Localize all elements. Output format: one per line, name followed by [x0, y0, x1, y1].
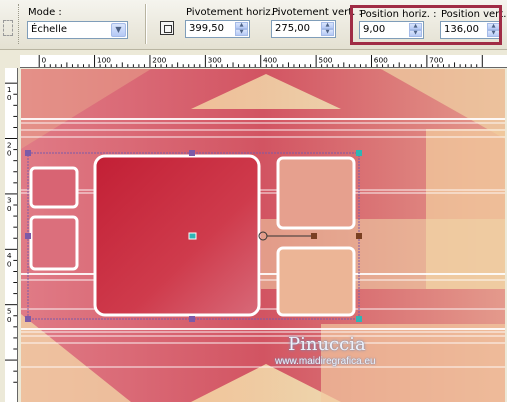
rotation-handle[interactable]: [311, 233, 317, 239]
chevron-down-icon[interactable]: ▼: [111, 23, 126, 37]
pivot-vert-label: Pivotement vert. :: [272, 7, 362, 18]
mode-select[interactable]: Échelle ▼: [27, 21, 128, 39]
vruler-label-3b: 0: [7, 204, 12, 213]
toolbar-grip[interactable]: [18, 4, 21, 44]
handle-mid-left[interactable]: [25, 233, 31, 239]
handle-top-left[interactable]: [25, 150, 31, 156]
watermark-title: Pinuccia: [288, 334, 366, 355]
toolbar-edge-icon: [3, 20, 13, 36]
mode-value: Échelle: [31, 24, 68, 35]
pivot-vert-input[interactable]: 275,00 ▲ ▼: [271, 20, 336, 38]
pick-tool-icon[interactable]: [160, 21, 174, 35]
ruler-corner: [5, 55, 20, 68]
vruler-label-5b: 0: [7, 315, 12, 324]
pivot-horiz-label: Pivotement horiz. :: [186, 7, 281, 18]
ruler-label-100: 100: [97, 55, 111, 64]
tool-options-toolbar: Mode : Échelle ▼ Pivotement horiz. : 399…: [0, 0, 507, 50]
pivot-horiz-input[interactable]: 399,50 ▲ ▼: [185, 20, 250, 38]
vertical-ruler[interactable]: 1 0 2 0 3 0 4 0 5 0: [5, 68, 18, 402]
vruler-label-2b: 0: [7, 149, 12, 158]
handle-bottom-right[interactable]: [356, 316, 362, 322]
vertical-ruler-ticks: [5, 82, 17, 383]
pivot-horiz-spinner[interactable]: ▲ ▼: [235, 22, 248, 36]
horizontal-ruler[interactable]: 0 100 200 300 400 500 600 700: [20, 55, 507, 68]
handle-bottom-left[interactable]: [25, 316, 31, 322]
app-window: Mode : Échelle ▼ Pivotement horiz. : 399…: [0, 0, 507, 402]
position-highlight-box: [350, 5, 502, 45]
frame-top-right[interactable]: [276, 156, 356, 230]
mode-label: Mode :: [28, 7, 62, 18]
pivot-horiz-value: 399,50: [189, 23, 224, 34]
small-frame-top-left[interactable]: [29, 166, 79, 209]
vruler-label-1b: 0: [7, 93, 12, 102]
handle-top-center[interactable]: [189, 150, 195, 156]
pivot-vert-spinner[interactable]: ▲ ▼: [321, 22, 334, 36]
center-pivot-handle[interactable]: [188, 232, 197, 240]
image-canvas[interactable]: [21, 69, 505, 402]
handle-top-right[interactable]: [356, 150, 362, 156]
handle-mid-right[interactable]: [356, 233, 362, 239]
toolbar-separator: [145, 4, 147, 44]
watermark-url: www.maidiregrafica.eu: [275, 356, 376, 367]
ruler-label-600: 600: [374, 55, 388, 64]
ruler-label-300: 300: [208, 55, 222, 64]
small-frame-mid-left[interactable]: [29, 215, 79, 271]
vruler-label-4b: 0: [7, 259, 12, 268]
large-frame[interactable]: [93, 154, 261, 317]
ruler-label-400: 400: [263, 55, 277, 64]
ruler-label-200: 200: [152, 55, 166, 64]
ruler-label-700: 700: [429, 55, 443, 64]
ruler-label-500: 500: [318, 55, 332, 64]
frame-bottom-right[interactable]: [276, 246, 356, 317]
handle-bottom-center[interactable]: [189, 316, 195, 322]
ruler-label-0: 0: [42, 55, 47, 64]
pivot-vert-value: 275,00: [275, 23, 310, 34]
